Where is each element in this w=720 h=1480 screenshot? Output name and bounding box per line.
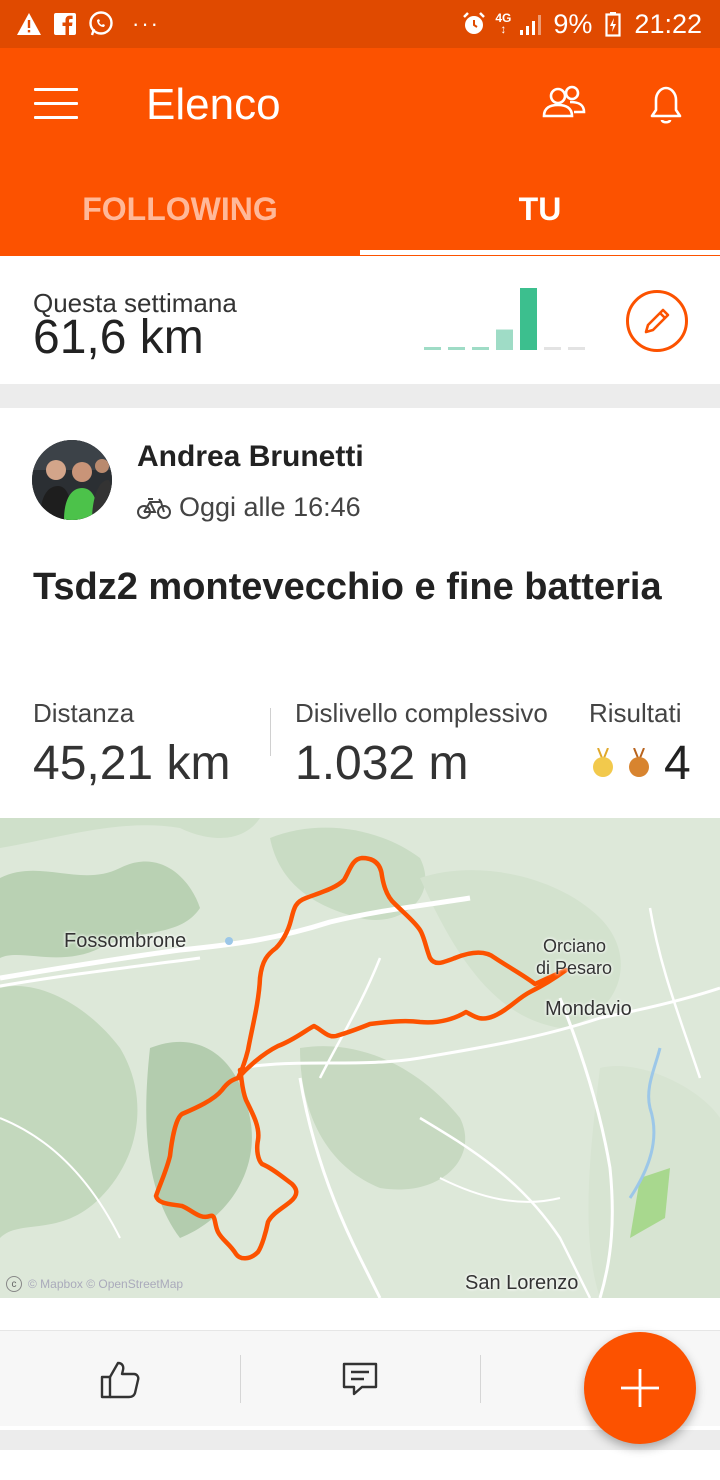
weekly-bar-chart xyxy=(424,288,585,350)
lake-icon xyxy=(225,937,233,945)
tab-indicator xyxy=(360,250,720,255)
hamburger-line xyxy=(34,116,78,119)
plus-icon xyxy=(621,1369,659,1407)
medals xyxy=(592,748,650,778)
more-dots-icon: ··· xyxy=(132,11,160,36)
activity-title[interactable]: Tsdz2 montevecchio e fine batteria xyxy=(33,558,693,616)
week-day-bar xyxy=(424,347,441,350)
week-day-bar xyxy=(472,347,489,350)
avatar[interactable] xyxy=(32,440,112,520)
tab-tu[interactable]: TU xyxy=(360,180,720,256)
notifications-button[interactable] xyxy=(642,80,690,128)
signal-icon xyxy=(519,11,545,37)
add-activity-button[interactable] xyxy=(584,1332,696,1444)
week-day-bar xyxy=(448,347,465,350)
map-label-di-pesaro: di Pesaro xyxy=(536,958,613,978)
gold-medal-icon xyxy=(593,748,613,777)
edit-goal-button[interactable] xyxy=(626,290,688,352)
weekly-summary[interactable]: Questa settimana 61,6 km xyxy=(0,256,720,384)
bronze-medal-icon xyxy=(629,748,649,777)
tab-following[interactable]: FOLLOWING xyxy=(0,180,360,256)
find-friends-button[interactable] xyxy=(540,82,588,126)
route-map[interactable]: Fossombrone Orciano di Pesaro Mondavio S… xyxy=(0,818,720,1298)
kudos-button[interactable] xyxy=(0,1331,240,1427)
info-icon[interactable]: c xyxy=(6,1276,22,1292)
week-day-bar xyxy=(568,347,585,350)
hamburger-line xyxy=(34,88,78,91)
map-canvas xyxy=(0,818,720,1298)
app-bar: Elenco FOLLOWING TU xyxy=(0,48,720,256)
distance-label: Distanza xyxy=(33,698,135,728)
comment-icon xyxy=(342,1362,378,1396)
whatsapp-icon xyxy=(88,11,114,37)
athlete-name[interactable]: Andrea Brunetti xyxy=(137,440,364,474)
week-day-bar xyxy=(496,329,513,350)
pencil-icon xyxy=(644,308,670,334)
elevation-value: 1.032 m xyxy=(295,737,469,790)
clock: 21:22 xyxy=(634,8,702,39)
status-bar: ··· 4G ↕ 9% 21:22 xyxy=(0,0,720,48)
elevation-label: Dislivello complessivo xyxy=(295,698,548,728)
results-count: 4 xyxy=(664,737,691,790)
page-title: Elenco xyxy=(146,80,281,129)
bell-icon xyxy=(650,86,682,124)
menu-button[interactable] xyxy=(34,88,78,124)
attribution-text: © Mapbox © OpenStreetMap xyxy=(28,1277,184,1291)
people-icon xyxy=(542,85,586,118)
bike-icon xyxy=(137,497,171,519)
hamburger-line xyxy=(34,102,78,105)
week-day-bar xyxy=(544,347,561,350)
weekly-distance: 61,6 km xyxy=(33,311,204,364)
comment-button[interactable] xyxy=(240,1331,480,1427)
next-card-edge xyxy=(0,1450,720,1480)
network-type: 4G ↕ xyxy=(495,12,511,36)
alarm-icon xyxy=(461,11,487,37)
facebook-icon xyxy=(52,11,78,37)
results-label: Risultati xyxy=(589,698,682,728)
activity-time: Oggi alle 16:46 xyxy=(179,492,361,522)
feed-screen: ··· 4G ↕ 9% 21:22 Elenco FOLLOWING TU Qu… xyxy=(0,0,720,1480)
activity-card[interactable]: Andrea Brunetti Oggi alle 16:46 Tsdz2 mo… xyxy=(0,408,720,1430)
battery-percent: 9% xyxy=(553,8,593,39)
map-label-orciano: Orciano xyxy=(543,936,607,956)
map-label-fossombrone: Fossombrone xyxy=(64,930,187,952)
map-label-san-lorenzo: San Lorenzo xyxy=(465,1272,579,1294)
distance-value: 45,21 km xyxy=(33,737,231,790)
thumbs-up-icon xyxy=(100,1361,140,1399)
map-label-mondavio: Mondavio xyxy=(545,998,632,1020)
week-day-bar xyxy=(520,288,537,350)
stat-divider xyxy=(270,708,271,756)
network-arrows: ↕ xyxy=(500,22,507,36)
activity-meta: Oggi alle 16:46 xyxy=(137,492,361,523)
map-attribution[interactable]: c © Mapbox © OpenStreetMap xyxy=(6,1276,183,1292)
battery-icon xyxy=(600,11,626,37)
warning-icon xyxy=(16,11,42,37)
